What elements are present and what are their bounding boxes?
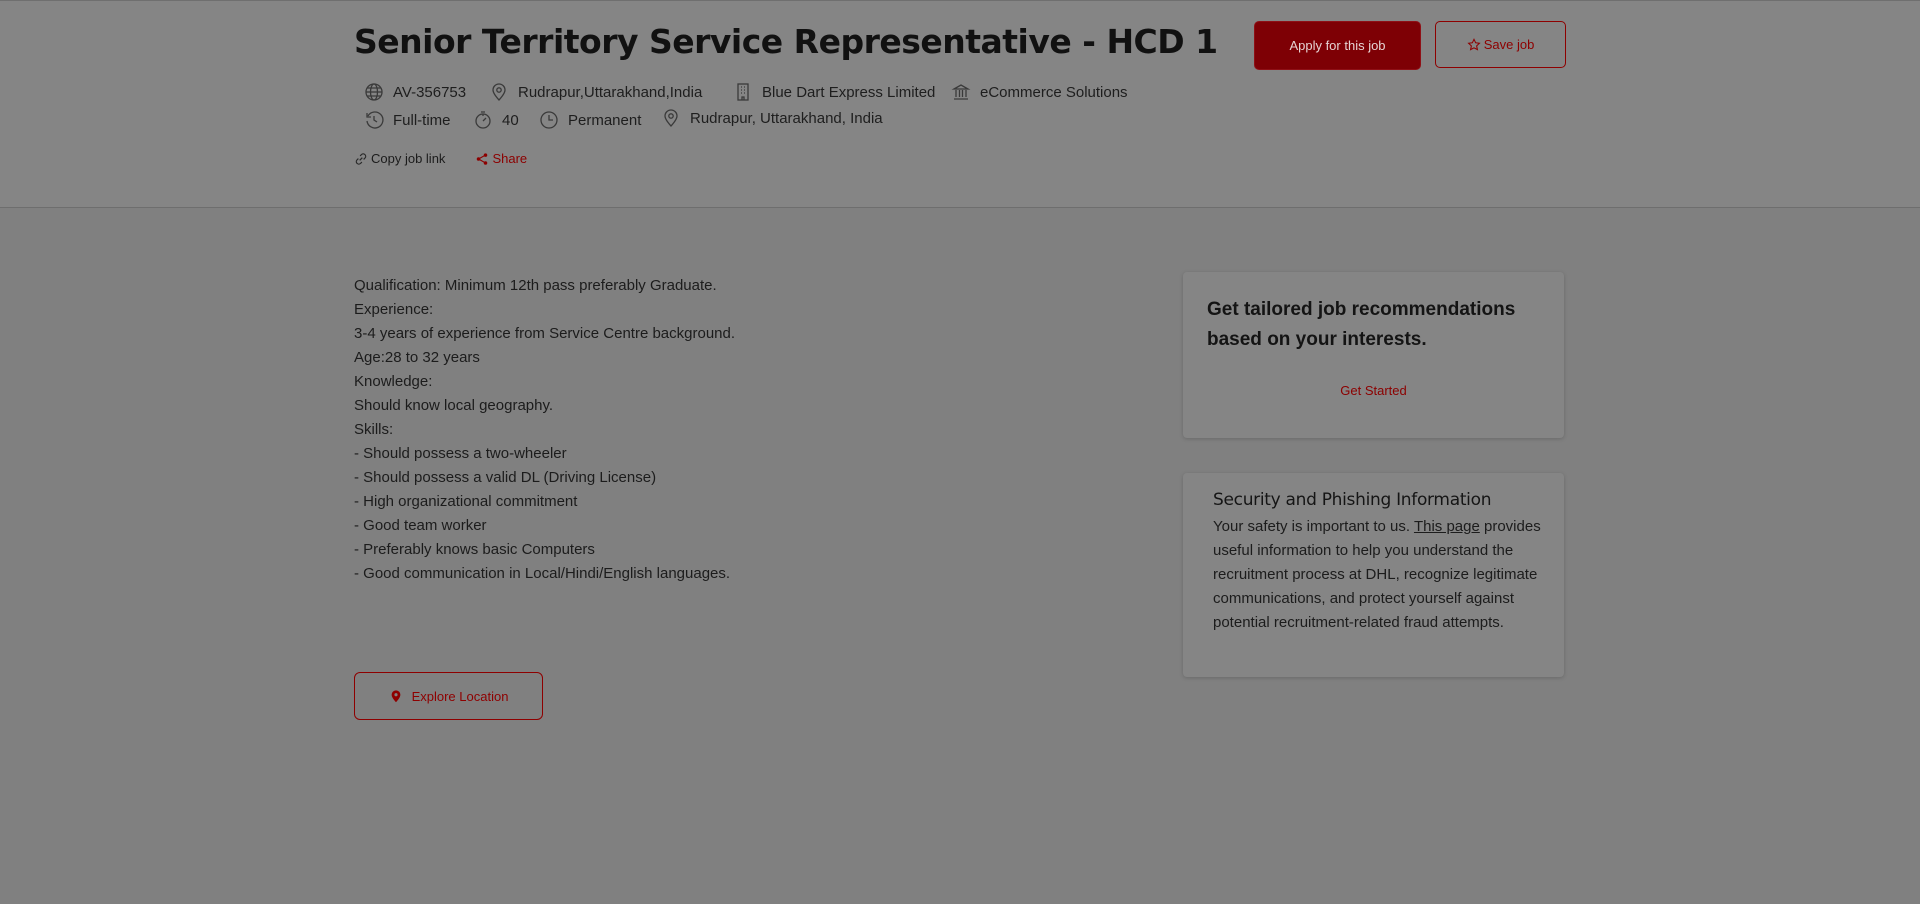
- institution-icon: [951, 84, 971, 100]
- job-type-text: Full-time: [393, 111, 451, 129]
- job-id: AV-356753: [364, 82, 466, 102]
- apply-button-label: Apply for this job: [1289, 38, 1386, 53]
- description-line: - Should possess a valid DL (Driving Lic…: [354, 469, 657, 486]
- copy-job-link[interactable]: Copy job link: [354, 151, 445, 166]
- share-icon: [477, 152, 488, 165]
- job-title: Senior Territory Service Representative …: [354, 22, 1218, 61]
- recommendations-title: Get tailored job recommendations based o…: [1207, 299, 1516, 350]
- link-icon: [355, 152, 367, 165]
- description-line: Should know local geography.: [354, 397, 554, 414]
- save-job-button[interactable]: Save job: [1435, 21, 1566, 68]
- recommendations-card: Get tailored job recommendations based o…: [1183, 272, 1564, 438]
- job-location: Rudrapur, Uttarakhand, India: [661, 108, 883, 128]
- share-label: Share: [492, 151, 528, 166]
- security-body: Your safety is important to us. This pag…: [1213, 515, 1543, 635]
- job-id-text: AV-356753: [393, 83, 467, 101]
- job-company: Blue Dart Express Limited: [733, 82, 935, 102]
- job-division-text: eCommerce Solutions: [980, 83, 1128, 101]
- star-icon: [1467, 37, 1481, 51]
- job-type: Full-time: [364, 110, 451, 130]
- description-line: - Good team worker: [354, 517, 487, 534]
- description-line: - Preferably knows basic Computers: [354, 541, 595, 558]
- description-line: Age:28 to 32 years: [354, 349, 480, 366]
- description-line: Qualification: Minimum 12th pass prefera…: [354, 277, 717, 294]
- location-pin-icon: [492, 83, 506, 101]
- job-division: eCommerce Solutions: [951, 82, 1128, 102]
- security-intro: Your safety is important to us.: [1213, 518, 1411, 535]
- map-marker-icon: [391, 690, 400, 703]
- clock-history-icon: [366, 111, 384, 129]
- share-link[interactable]: Share: [475, 151, 527, 166]
- location-pin-icon: [664, 109, 678, 127]
- security-card: Security and Phishing Information Your s…: [1183, 473, 1564, 677]
- description-line: - High organizational commitment: [354, 493, 578, 510]
- explore-location-label: Explore Location: [411, 688, 509, 704]
- job-link-actions: Copy job link Share: [354, 151, 527, 166]
- job-hours-text: 40: [502, 111, 519, 129]
- job-header: Senior Territory Service Representative …: [0, 0, 1920, 208]
- job-city-text: Rudrapur,Uttarakhand,India: [518, 83, 703, 101]
- job-hours: 40: [473, 110, 519, 130]
- job-company-text: Blue Dart Express Limited: [762, 83, 936, 101]
- get-started-link[interactable]: Get Started: [1183, 383, 1564, 398]
- job-contract: Permanent: [539, 110, 641, 130]
- description-line: Knowledge:: [354, 373, 433, 390]
- building-icon: [737, 83, 749, 101]
- description-line: - Good communication in Local/Hindi/Engl…: [354, 565, 731, 582]
- description-line: - Should possess a two-wheeler: [354, 445, 567, 462]
- job-location-text: Rudrapur, Uttarakhand, India: [690, 109, 883, 127]
- job-contract-text: Permanent: [568, 111, 642, 129]
- job-city: Rudrapur,Uttarakhand,India: [489, 82, 702, 102]
- apply-button[interactable]: Apply for this job: [1254, 21, 1421, 70]
- contract-clock-icon: [540, 111, 558, 129]
- security-page-link[interactable]: This page: [1414, 518, 1480, 535]
- copy-job-link-label: Copy job link: [371, 151, 446, 166]
- description-line: Experience:: [354, 301, 434, 318]
- description-line: 3-4 years of experience from Service Cen…: [354, 325, 736, 342]
- explore-location-button[interactable]: Explore Location: [354, 672, 543, 720]
- globe-icon: [365, 83, 383, 101]
- save-job-label: Save job: [1483, 37, 1535, 52]
- description-line: Skills:: [354, 421, 394, 438]
- stopwatch-icon: [475, 111, 491, 129]
- security-title: Security and Phishing Information: [1213, 490, 1492, 510]
- job-description: Qualification: Minimum 12th pass prefera…: [354, 274, 735, 586]
